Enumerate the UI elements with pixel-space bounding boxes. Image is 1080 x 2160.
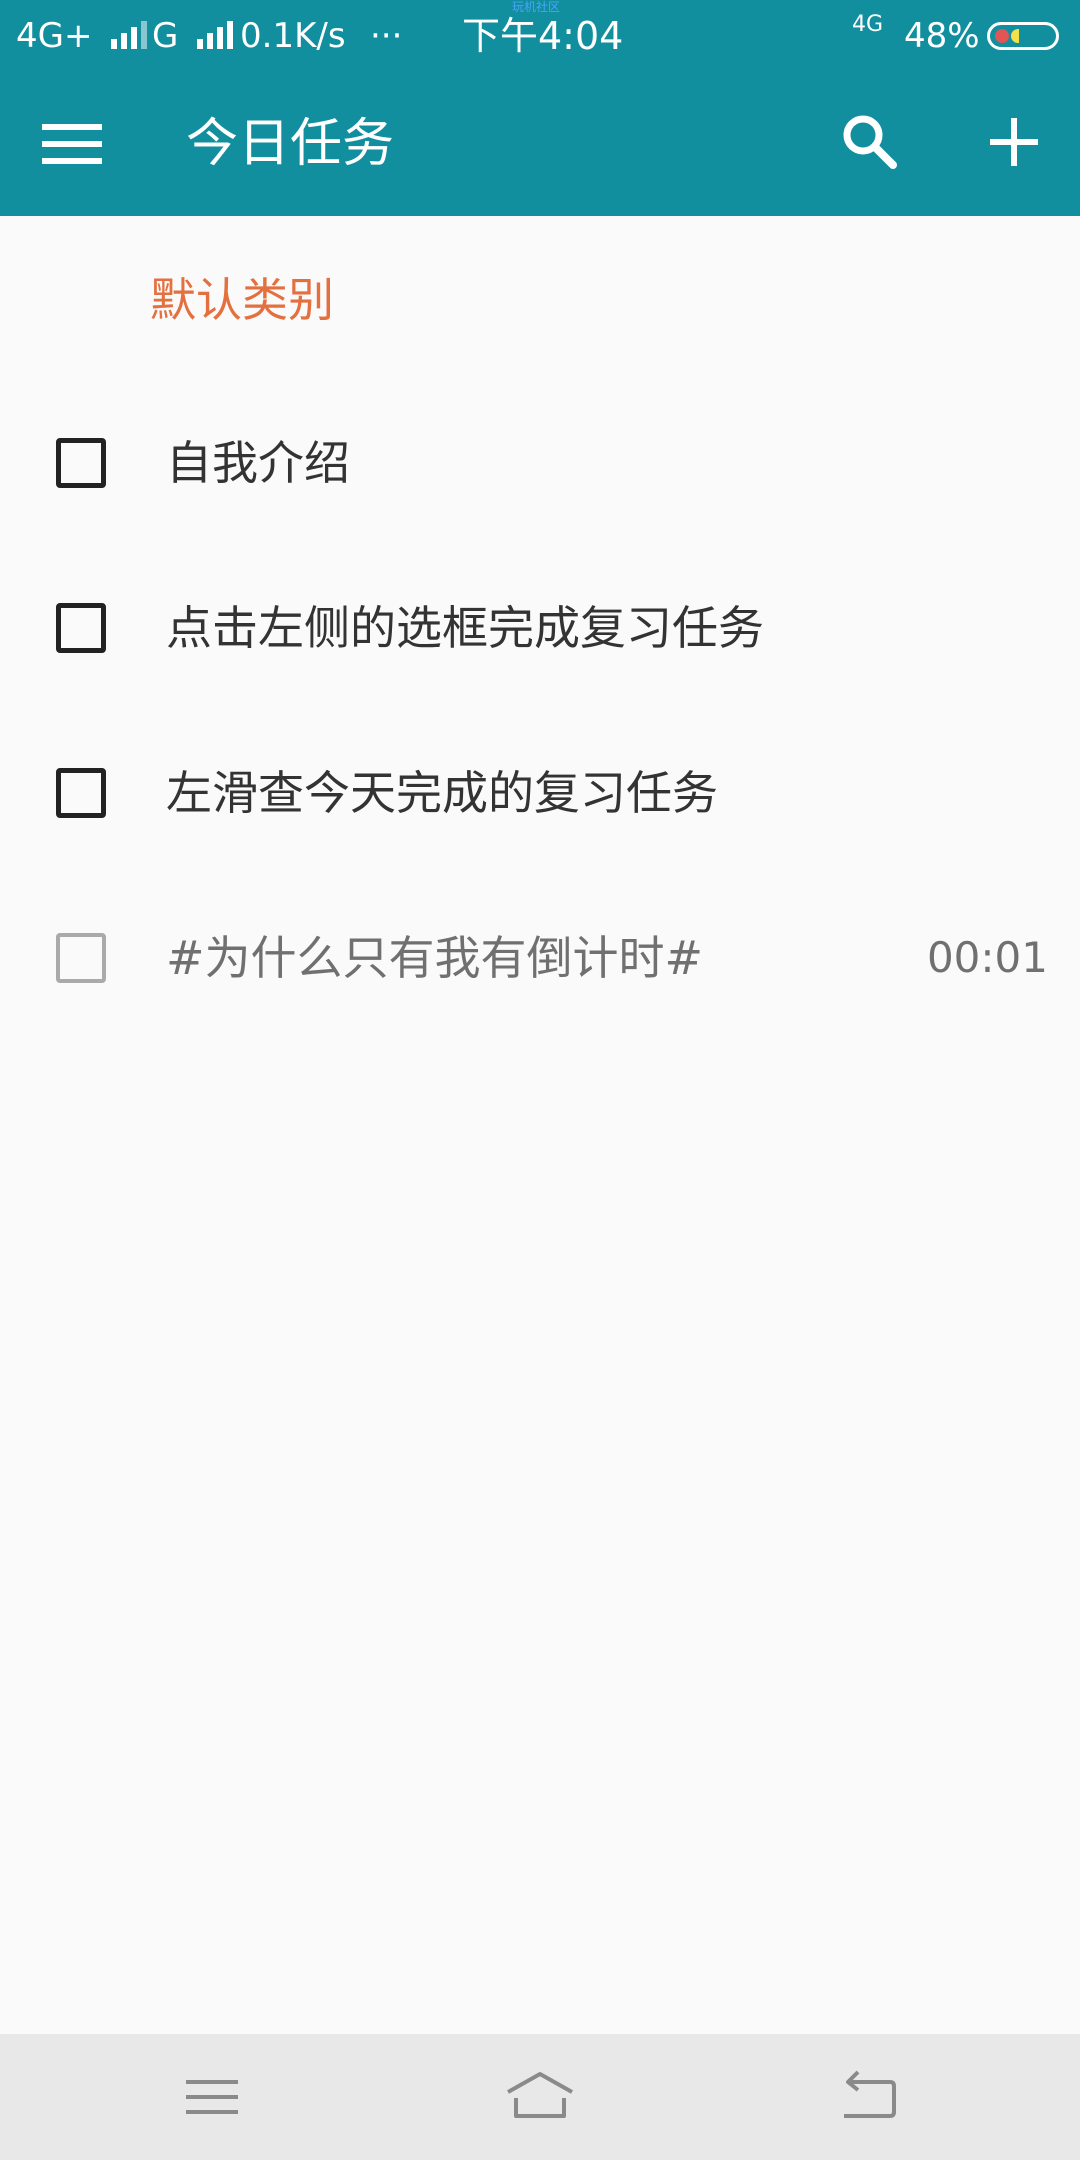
recent-apps-icon[interactable] [172,2062,252,2132]
network-indicator-2: G [152,14,243,58]
task-checkbox[interactable] [56,438,106,488]
task-checkbox[interactable] [56,768,106,818]
system-nav-bar [0,2034,1080,2160]
network-type-label: G [152,16,179,56]
task-row[interactable]: #为什么只有我有倒计时# 00:01 [0,895,1080,1060]
battery-icon [987,22,1059,50]
more-notifications-icon: ··· [370,16,403,56]
plus-icon[interactable] [982,110,1046,174]
task-row[interactable]: 自我介绍 [0,400,1080,565]
task-title: 点击左侧的选框完成复习任务 [166,601,764,655]
task-checkbox[interactable] [56,603,106,653]
task-title: 左滑查今天完成的复习任务 [166,766,718,820]
task-title: #为什么只有我有倒计时# [166,931,704,985]
network-right-indicator: 4G [852,12,883,38]
task-row[interactable]: 点击左侧的选框完成复习任务 [0,565,1080,730]
search-icon[interactable] [838,110,902,174]
network-speed: 0.1K/s [240,16,346,56]
task-title: 自我介绍 [166,436,350,490]
app-toolbar: 今日任务 [0,72,1080,216]
status-bar: 玩机社区 4G+ G 0.1K/s ··· 下午4:04 4G 48% [0,0,1080,72]
network-indicator-1: 4G+ [16,14,157,58]
task-countdown-timer: 00:01 [926,933,1048,982]
category-header: 默认类别 [150,273,334,327]
status-watermark: 玩机社区 [512,0,561,14]
network-type-label: 4G [852,12,884,37]
signal-strength-icon [197,20,234,49]
hamburger-menu-icon[interactable] [32,116,112,172]
back-icon[interactable] [828,2062,908,2132]
home-icon[interactable] [500,2062,580,2132]
task-list: 自我介绍 点击左侧的选框完成复习任务 左滑查今天完成的复习任务 #为什么只有我有… [0,400,1080,1060]
page-title: 今日任务 [186,114,395,174]
clock: 下午4:04 [462,14,624,58]
battery-percent: 48% [904,16,980,56]
network-type-label: 4G+ [16,16,93,56]
task-row[interactable]: 左滑查今天完成的复习任务 [0,730,1080,895]
signal-strength-icon [111,20,148,49]
task-checkbox[interactable] [56,933,106,983]
